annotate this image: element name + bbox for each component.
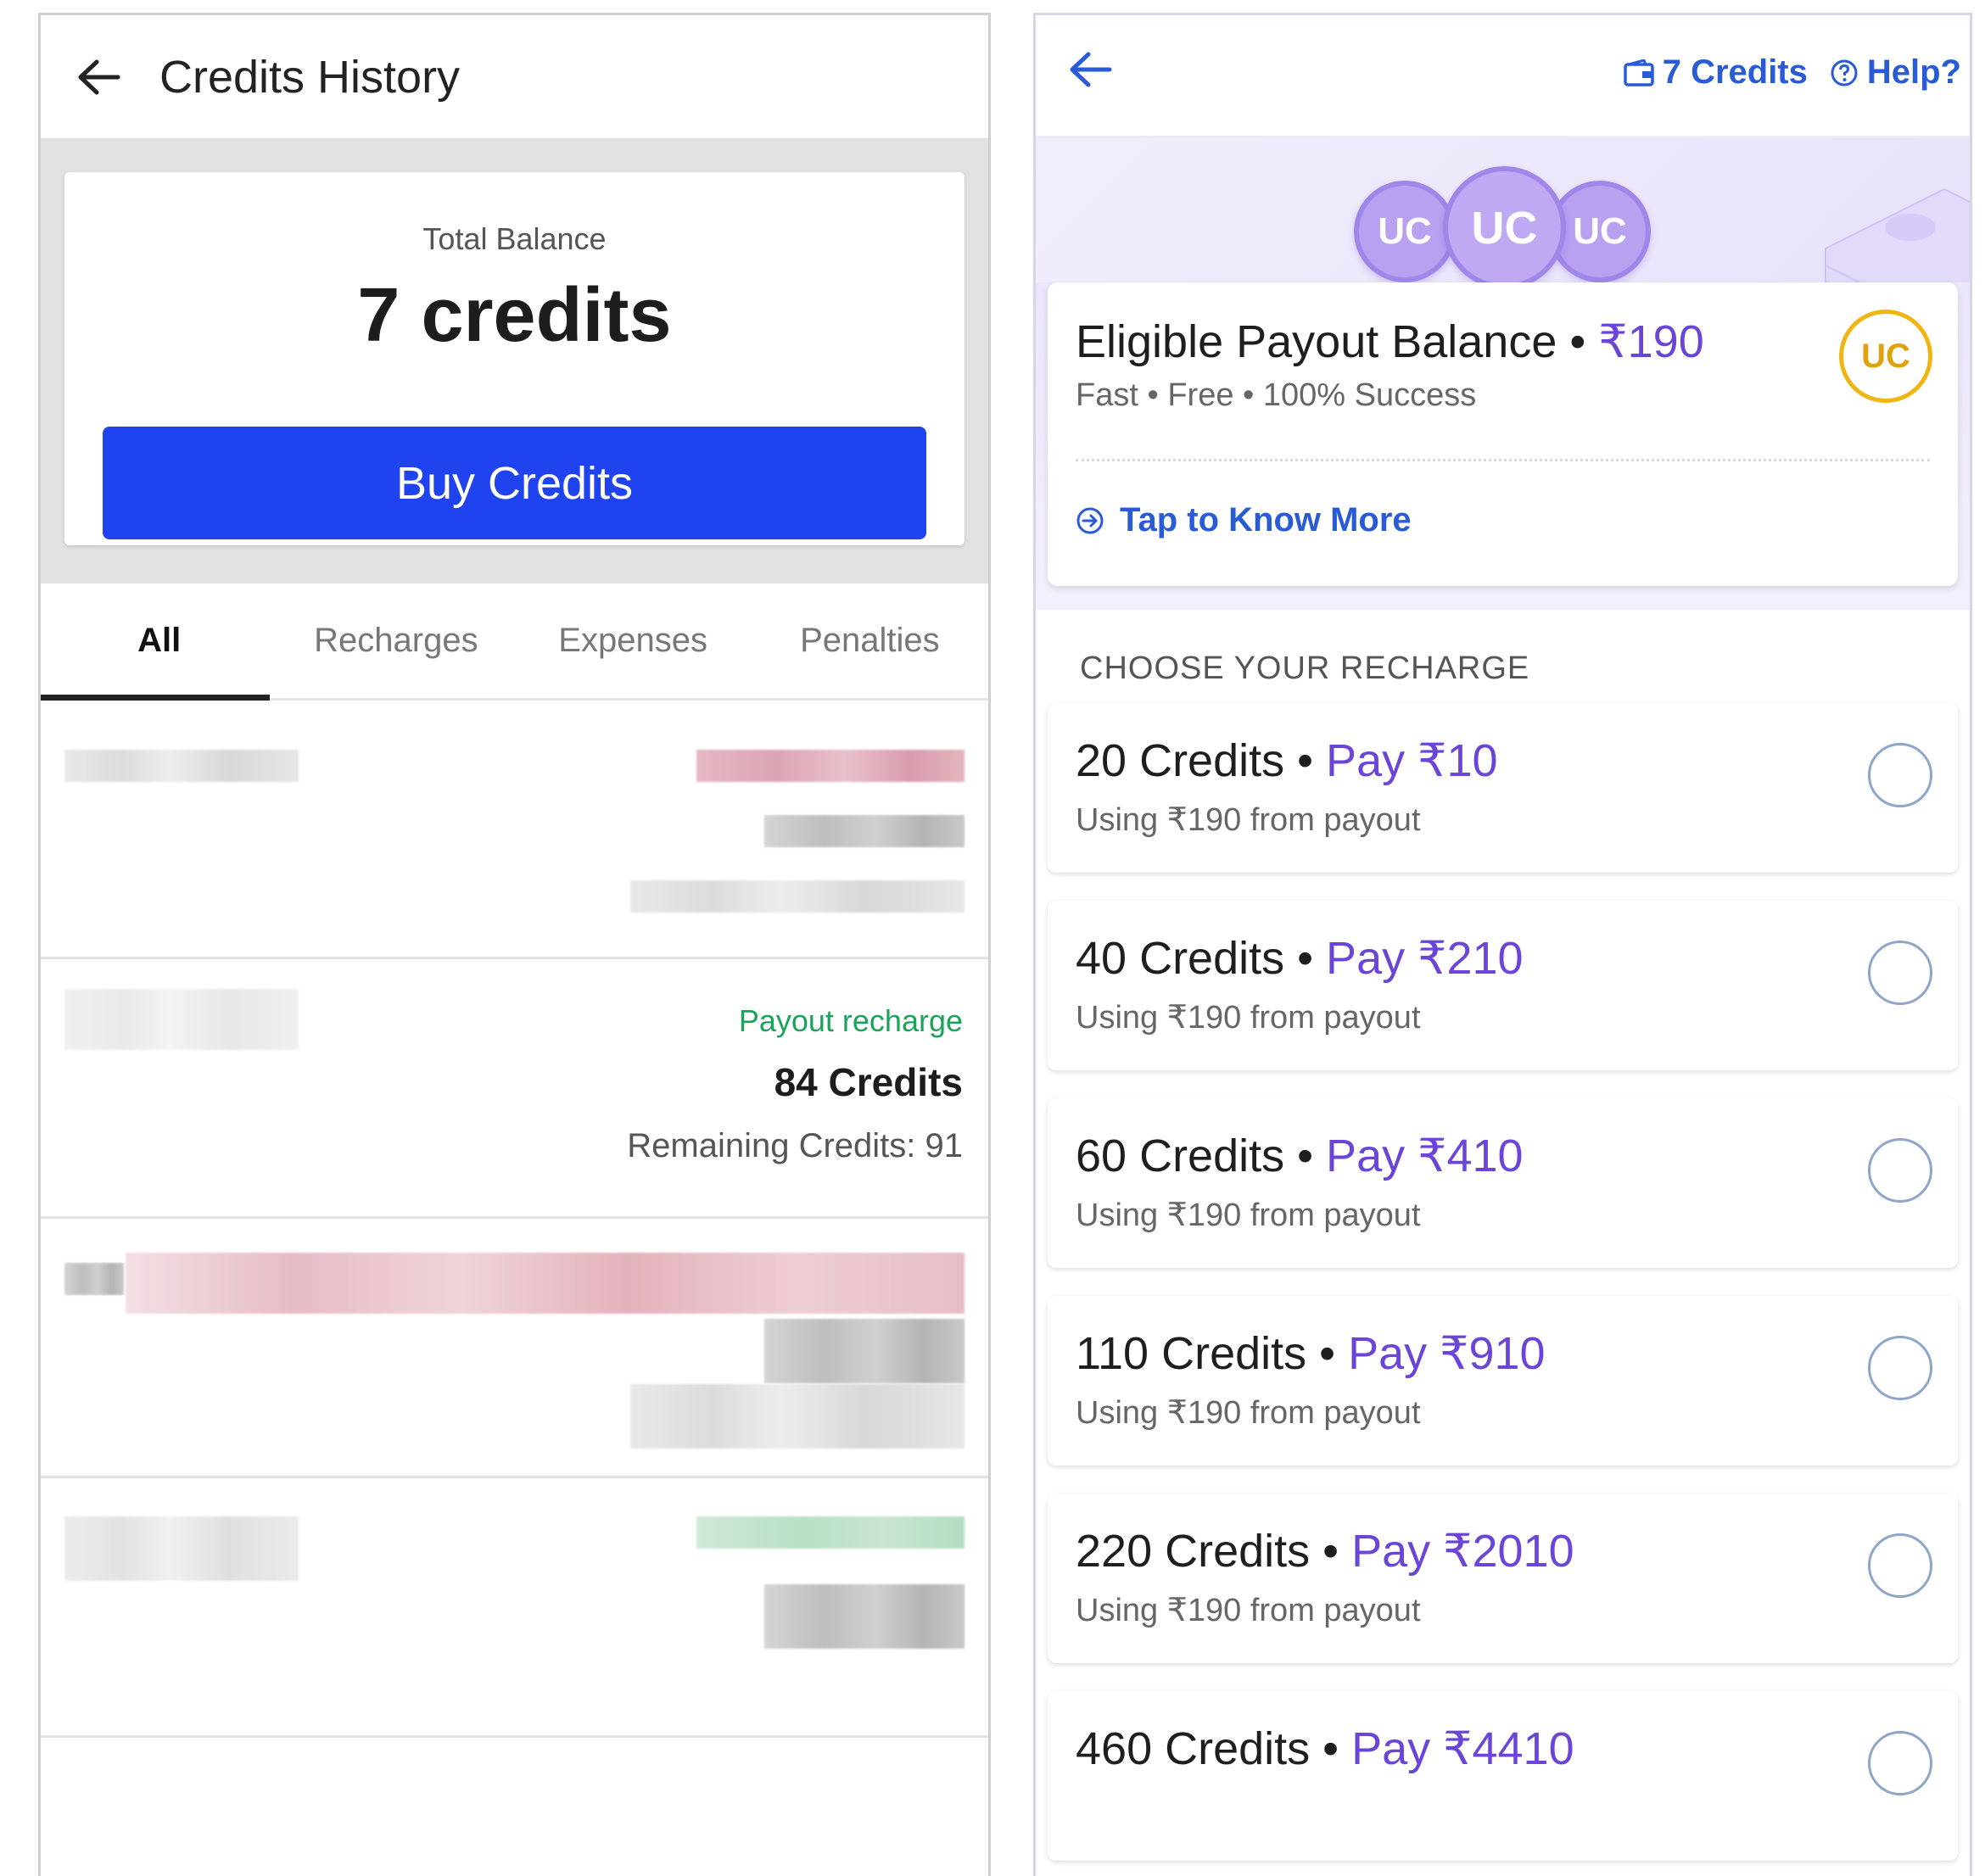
blurred-text — [64, 989, 299, 1050]
payout-balance-card[interactable]: Eligible Payout Balance • ₹190 Fast • Fr… — [1048, 282, 1958, 586]
option-subtitle: Using ₹190 from payout — [1076, 1593, 1421, 1628]
option-price: Pay ₹910 — [1348, 1328, 1546, 1379]
wallet-icon — [1623, 59, 1654, 87]
know-more-label: Tap to Know More — [1120, 501, 1412, 539]
option-price: Pay ₹210 — [1326, 933, 1524, 984]
header-credits[interactable]: 7 Credits — [1663, 53, 1808, 92]
option-radio[interactable] — [1868, 1336, 1932, 1400]
blurred-text — [64, 1263, 124, 1295]
option-title: 460 Credits • Pay ₹4410 — [1076, 1722, 1574, 1775]
option-subtitle: Using ₹190 from payout — [1076, 1198, 1421, 1233]
recharge-option[interactable]: 20 Credits • Pay ₹10 Using ₹190 from pay… — [1048, 703, 1958, 873]
option-title: 60 Credits • Pay ₹410 — [1076, 1129, 1524, 1182]
blurred-text — [764, 1584, 965, 1649]
option-credits: 60 Credits • — [1076, 1131, 1314, 1181]
option-title: 110 Credits • Pay ₹910 — [1076, 1326, 1546, 1380]
transaction-row-blurred[interactable] — [41, 701, 988, 959]
transaction-row-blurred[interactable] — [41, 1478, 988, 1738]
option-credits: 40 Credits • — [1076, 933, 1314, 984]
payout-amount: ₹190 — [1598, 316, 1704, 367]
option-title: 20 Credits • Pay ₹10 — [1076, 734, 1498, 787]
section-title: CHOOSE YOUR RECHARGE — [1080, 650, 1530, 686]
balance-card: Total Balance 7 credits Buy Credits — [64, 172, 965, 545]
app-bar: 7 Credits Help? — [1036, 15, 1970, 138]
blurred-text — [630, 1384, 965, 1449]
payout-title: Eligible Payout Balance • ₹190 — [1076, 315, 1704, 368]
tab-all[interactable]: All — [41, 583, 277, 698]
option-radio[interactable] — [1868, 1138, 1932, 1203]
transaction-row[interactable]: Payout recharge 84 Credits Remaining Cre… — [41, 959, 988, 1219]
option-price: Pay ₹410 — [1326, 1131, 1524, 1181]
recharge-option[interactable]: 60 Credits • Pay ₹410 Using ₹190 from pa… — [1048, 1098, 1958, 1268]
option-credits: 20 Credits • — [1076, 735, 1314, 786]
uc-coin-icon: UC — [1443, 166, 1566, 289]
option-radio[interactable] — [1868, 941, 1932, 1005]
option-price: Pay ₹2010 — [1351, 1526, 1574, 1577]
tab-expenses[interactable]: Expenses — [515, 583, 752, 698]
option-radio[interactable] — [1868, 1533, 1932, 1598]
transaction-amount: 84 Credits — [774, 1060, 963, 1104]
option-price: Pay ₹10 — [1326, 735, 1498, 786]
balance-section: Total Balance 7 credits Buy Credits — [41, 138, 988, 583]
balance-label: Total Balance — [422, 221, 607, 256]
blurred-text — [64, 1516, 299, 1581]
option-subtitle: Using ₹190 from payout — [1076, 1000, 1421, 1036]
app-bar: Credits History — [41, 15, 988, 138]
blurred-text — [126, 1253, 965, 1314]
arrow-circle-icon — [1076, 506, 1104, 535]
blurred-text — [630, 880, 965, 913]
recharge-option[interactable]: 460 Credits • Pay ₹4410 — [1048, 1691, 1958, 1861]
payout-subtitle: Fast • Free • 100% Success — [1076, 377, 1477, 413]
option-credits: 460 Credits • — [1076, 1723, 1339, 1774]
blurred-text — [696, 1516, 965, 1549]
header-actions: 7 Credits Help? — [1623, 53, 1961, 92]
recharge-screen: 7 Credits Help? UC UC UC Eligible Payout — [1033, 13, 1972, 1876]
balance-value: 7 credits — [357, 273, 672, 358]
option-title: 220 Credits • Pay ₹2010 — [1076, 1524, 1574, 1577]
uc-badge-icon: UC — [1839, 310, 1932, 403]
recharge-option[interactable]: 40 Credits • Pay ₹210 Using ₹190 from pa… — [1048, 901, 1958, 1070]
active-tab-indicator — [41, 695, 270, 701]
blurred-text — [764, 815, 965, 847]
back-arrow-icon[interactable] — [73, 52, 124, 103]
transaction-type: Payout recharge — [738, 1003, 963, 1038]
option-price: Pay ₹4410 — [1351, 1723, 1574, 1774]
credits-history-screen: Credits History Total Balance 7 credits … — [38, 13, 991, 1876]
uc-coin-icon: UC — [1354, 181, 1456, 282]
recharge-options-list: 20 Credits • Pay ₹10 Using ₹190 from pay… — [1036, 703, 1970, 1861]
back-arrow-icon[interactable] — [1068, 51, 1119, 102]
payout-section: Eligible Payout Balance • ₹190 Fast • Fr… — [1036, 282, 1970, 610]
help-link[interactable]: Help? — [1867, 53, 1961, 92]
option-subtitle: Using ₹190 from payout — [1076, 802, 1421, 838]
blurred-text — [64, 750, 299, 782]
help-circle-icon — [1830, 59, 1859, 87]
option-radio[interactable] — [1868, 1731, 1932, 1795]
tap-to-know-more-link[interactable]: Tap to Know More — [1076, 501, 1412, 539]
option-radio[interactable] — [1868, 743, 1932, 807]
blurred-text — [764, 1319, 965, 1383]
tab-penalties[interactable]: Penalties — [752, 583, 988, 698]
remaining-credits: Remaining Credits: 91 — [627, 1127, 963, 1164]
blurred-text — [696, 750, 965, 782]
divider — [1076, 459, 1930, 461]
recharge-option[interactable]: 110 Credits • Pay ₹910 Using ₹190 from p… — [1048, 1296, 1958, 1466]
buy-credits-button[interactable]: Buy Credits — [103, 427, 926, 539]
option-subtitle: Using ₹190 from payout — [1076, 1395, 1421, 1431]
recharge-option[interactable]: 220 Credits • Pay ₹2010 Using ₹190 from … — [1048, 1494, 1958, 1663]
option-title: 40 Credits • Pay ₹210 — [1076, 931, 1524, 985]
payout-title-label: Eligible Payout Balance • — [1076, 316, 1586, 367]
transaction-row-blurred[interactable] — [41, 1219, 988, 1478]
page-title: Credits History — [159, 51, 461, 103]
tab-recharges[interactable]: Recharges — [277, 583, 514, 698]
tab-bar: All Recharges Expenses Penalties — [41, 583, 988, 701]
option-credits: 110 Credits • — [1076, 1328, 1336, 1379]
option-credits: 220 Credits • — [1076, 1526, 1339, 1577]
